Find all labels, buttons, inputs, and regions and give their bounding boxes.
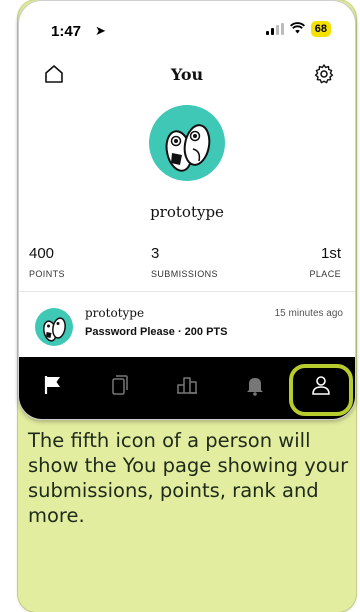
activity-username: prototype: [85, 306, 145, 320]
phone-screen: 1:47 ➤ 68 You prototype 400 POINTS 3 SUB…: [18, 0, 356, 420]
nav-bar: You: [19, 57, 355, 99]
stat-place-value: 1st: [320, 245, 341, 262]
caption-text: The fifth icon of a person will show the…: [28, 429, 349, 527]
page-title: You: [170, 65, 204, 84]
activity-timestamp: 15 minutes ago: [274, 308, 343, 319]
status-bar: 1:47 ➤ 68: [19, 1, 355, 57]
stat-points-value: 400: [29, 245, 55, 262]
wifi-icon: [289, 21, 305, 37]
stat-points: 400 POINTS: [29, 245, 65, 279]
divider: [19, 291, 355, 292]
leaderboard-icon[interactable]: [175, 373, 199, 397]
flag-icon[interactable]: [41, 373, 65, 397]
bell-icon[interactable]: [243, 373, 267, 397]
avatar: [149, 105, 225, 181]
stat-submissions-label: SUBMISSIONS: [151, 269, 218, 279]
stat-submissions[interactable]: 3 SUBMISSIONS: [151, 245, 218, 279]
battery-indicator: 68: [310, 21, 331, 37]
highlight-ring: [289, 364, 353, 416]
status-time: 1:47: [51, 23, 82, 40]
activity-avatar: [35, 308, 73, 346]
activity-item[interactable]: prototype Password Please · 200 PTS 15 m…: [19, 306, 355, 346]
signal-icon: [265, 23, 284, 35]
location-arrow-icon: ➤: [95, 23, 106, 38]
stat-place: 1st PLACE: [309, 245, 341, 279]
profile-username: prototype: [150, 203, 224, 221]
stat-place-label: PLACE: [309, 269, 341, 279]
status-icons: 68: [265, 21, 331, 37]
gear-icon[interactable]: [313, 63, 335, 85]
cards-icon[interactable]: [107, 373, 131, 397]
stat-submissions-value: 3: [151, 245, 160, 262]
stat-points-label: POINTS: [29, 269, 65, 279]
activity-description: Password Please · 200 PTS: [85, 326, 228, 338]
